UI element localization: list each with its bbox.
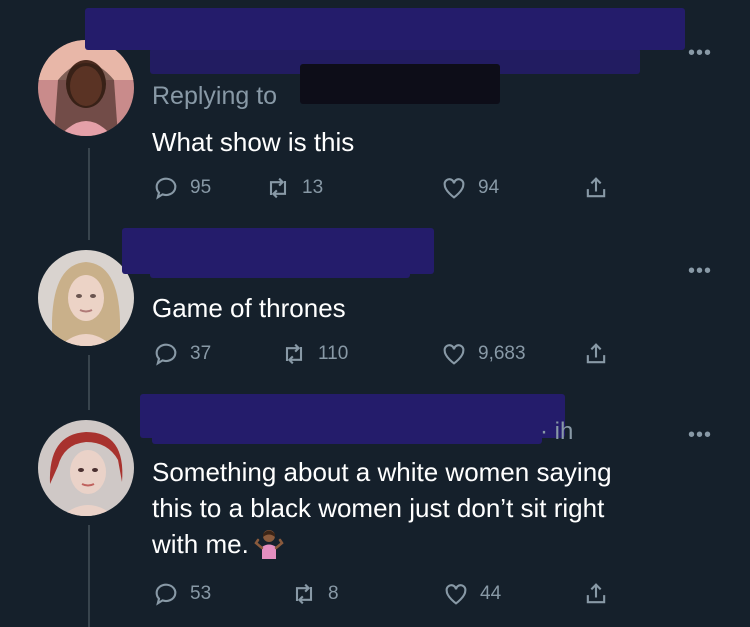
- retweet-count: 8: [328, 583, 339, 604]
- tweet-text-line: with me.: [152, 526, 712, 562]
- like-button[interactable]: 94: [440, 174, 499, 202]
- reply-button[interactable]: 95: [152, 174, 211, 202]
- thread-line: [88, 525, 90, 627]
- share-button[interactable]: [582, 174, 610, 202]
- share-icon: [586, 583, 606, 604]
- like-count: 44: [480, 583, 502, 604]
- like-button[interactable]: 44: [442, 580, 501, 608]
- more-icon[interactable]: •••: [688, 261, 712, 281]
- like-icon: [443, 344, 465, 365]
- avatar[interactable]: [38, 420, 134, 516]
- reply-icon: [155, 177, 177, 200]
- tweet-text-line: this to a black women just don’t sit rig…: [152, 493, 605, 523]
- reply-count: 37: [190, 343, 212, 364]
- share-icon: [586, 343, 606, 364]
- like-icon: [445, 584, 467, 605]
- retweet-button[interactable]: 13: [264, 174, 323, 202]
- redacted-name: [85, 8, 685, 50]
- more-icon[interactable]: •••: [688, 43, 712, 63]
- reply-count: 95: [190, 177, 212, 198]
- retweet-icon: [295, 583, 313, 605]
- share-button[interactable]: [582, 340, 610, 368]
- retweet-icon: [285, 343, 303, 365]
- tweet-actions: 53 8 44: [152, 580, 632, 610]
- reply-icon: [155, 343, 177, 366]
- tweet-text-line: Something about a white women saying: [152, 457, 612, 487]
- like-icon: [443, 178, 465, 199]
- like-count: 94: [478, 177, 500, 198]
- thread-line: [88, 355, 90, 410]
- avatar[interactable]: [38, 40, 134, 136]
- tweet-text: Game of thrones: [152, 293, 346, 323]
- reply-button[interactable]: 53: [152, 580, 211, 608]
- redacted-handle[interactable]: [300, 64, 500, 104]
- redacted-name: [152, 418, 542, 444]
- more-icon[interactable]: •••: [688, 425, 712, 445]
- share-icon: [586, 177, 606, 198]
- like-count: 9,683: [478, 343, 526, 364]
- tweet-text: Something about a white women saying thi…: [152, 454, 712, 562]
- handle-fragment: · ih: [540, 418, 574, 445]
- tweet-text: What show is this: [152, 127, 355, 157]
- reply-icon: [155, 583, 177, 606]
- retweet-icon: [269, 177, 287, 199]
- avatar[interactable]: [38, 250, 134, 346]
- replying-to-label: Replying to: [152, 82, 278, 110]
- tweet-text-fragment: with me.: [152, 529, 249, 559]
- like-button[interactable]: 9,683: [440, 340, 526, 368]
- retweet-count: 110: [318, 343, 349, 364]
- tweet-actions: 37 110 9,683: [152, 340, 632, 370]
- redacted-name: [150, 256, 410, 278]
- thread-line: [88, 148, 90, 240]
- retweet-button[interactable]: 8: [290, 580, 339, 608]
- reply-count: 53: [190, 583, 212, 604]
- share-button[interactable]: [582, 580, 610, 608]
- retweet-button[interactable]: 110: [280, 340, 348, 368]
- tweet-actions: 95 13 94: [152, 174, 632, 204]
- retweet-count: 13: [302, 177, 324, 198]
- reply-button[interactable]: 37: [152, 340, 211, 368]
- person-shrugging-emoji: [254, 530, 284, 559]
